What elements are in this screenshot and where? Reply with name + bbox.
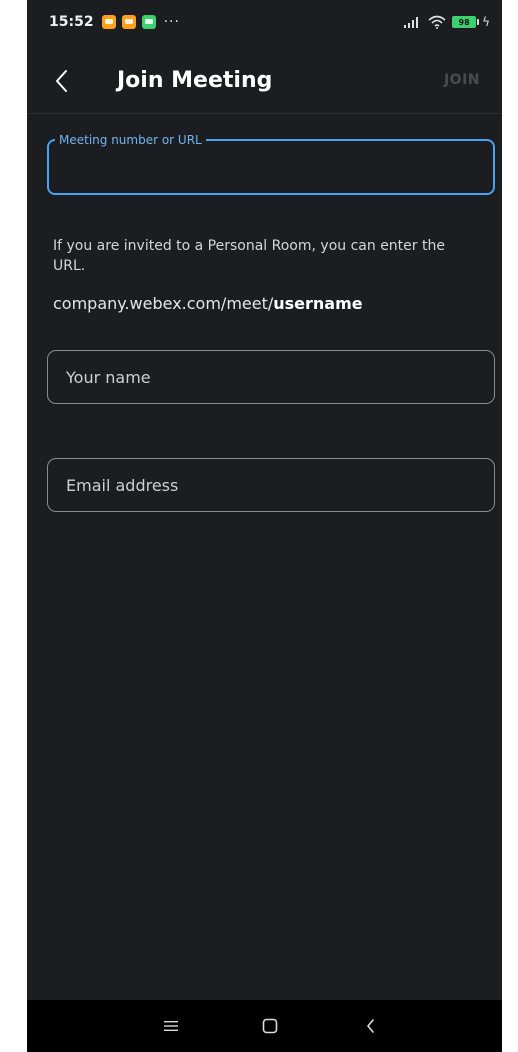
notification-chat-icon xyxy=(121,15,136,29)
app-screen: 15:52 ··· 98 ϟ Join Meeting JOIN Meeting… xyxy=(27,0,502,1052)
nav-home-button[interactable] xyxy=(256,1012,284,1040)
status-bar: 15:52 ··· 98 ϟ xyxy=(27,0,502,44)
top-app-bar: Join Meeting JOIN xyxy=(27,52,502,114)
battery-indicator: 98 xyxy=(452,16,480,28)
nav-menu-button[interactable] xyxy=(157,1012,185,1040)
system-navigation-bar xyxy=(27,1000,502,1052)
status-time: 15:52 xyxy=(49,14,94,30)
signal-icon xyxy=(404,17,419,28)
meeting-number-input[interactable] xyxy=(63,147,479,177)
join-button[interactable]: JOIN xyxy=(444,72,480,88)
page-title: Join Meeting xyxy=(117,68,273,93)
notification-app-icon xyxy=(141,15,156,29)
more-notifications-icon: ··· xyxy=(163,14,180,30)
home-square-icon xyxy=(262,1018,278,1034)
nav-back-icon xyxy=(367,1019,374,1033)
back-button[interactable] xyxy=(47,66,77,96)
chevron-left-icon xyxy=(56,70,67,92)
charging-bolt-icon: ϟ xyxy=(482,15,490,29)
meeting-number-label: Meeting number or URL xyxy=(59,133,202,147)
email-address-input[interactable] xyxy=(47,458,495,512)
nav-back-button[interactable] xyxy=(357,1012,385,1040)
url-example-prefix: company.webex.com/meet/ xyxy=(53,294,274,313)
wifi-icon xyxy=(428,15,446,29)
meeting-number-field: Meeting number or URL xyxy=(47,133,495,195)
status-indicators: 98 ϟ xyxy=(404,15,490,29)
url-example-username: username xyxy=(273,294,363,313)
your-name-input[interactable] xyxy=(47,350,495,404)
url-example: company.webex.com/meet/username xyxy=(53,294,363,313)
menu-icon xyxy=(164,1021,178,1031)
notification-message-icon xyxy=(101,15,116,29)
personal-room-hint: If you are invited to a Personal Room, y… xyxy=(53,238,445,274)
